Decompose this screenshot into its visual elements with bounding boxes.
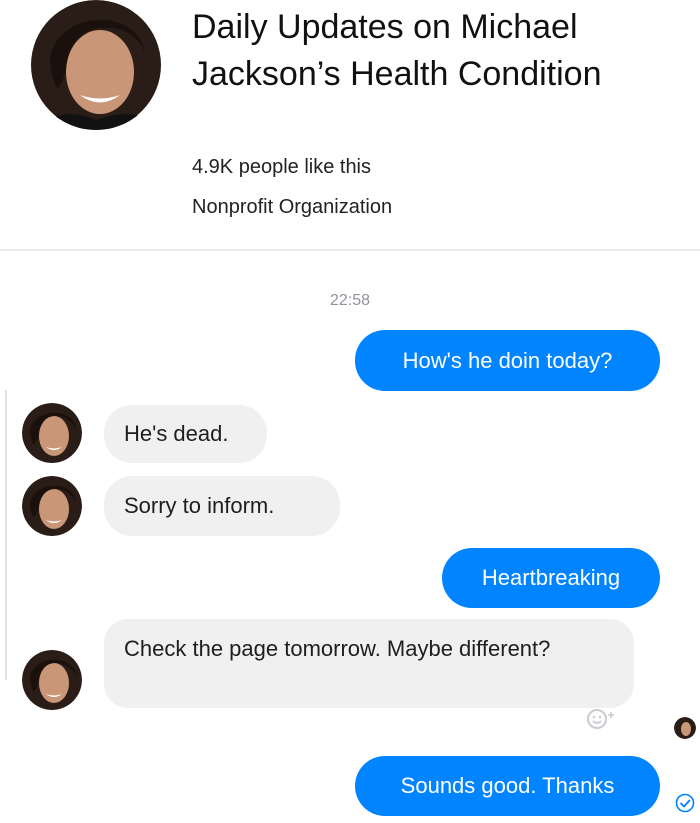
- message-timestamp: 22:58: [329, 292, 371, 309]
- add-reaction-icon[interactable]: [586, 708, 620, 730]
- incoming-message[interactable]: Sorry to inform.: [104, 476, 340, 536]
- incoming-message[interactable]: He's dead.: [104, 405, 267, 463]
- page-likes-count: 4.9K people like this: [192, 156, 372, 178]
- page-title: Daily Updates on Michael Jackson’s Healt…: [192, 8, 602, 93]
- sender-avatar[interactable]: [22, 403, 82, 463]
- page-header: Daily Updates on Michael Jackson’s Healt…: [0, 0, 700, 250]
- page-avatar[interactable]: [30, 0, 162, 130]
- seen-by-avatar: [674, 717, 696, 739]
- outgoing-message[interactable]: Sounds good. Thanks: [355, 756, 660, 816]
- incoming-message[interactable]: Check the page tomorrow. Maybe different…: [104, 619, 634, 708]
- thread-left-rail: [5, 390, 7, 680]
- delivered-check-icon: [675, 793, 695, 813]
- sender-avatar[interactable]: [22, 476, 82, 536]
- outgoing-message[interactable]: Heartbreaking: [442, 548, 660, 608]
- page-category: Nonprofit Organization: [192, 196, 393, 218]
- outgoing-message[interactable]: How's he doin today?: [355, 330, 660, 391]
- sender-avatar[interactable]: [22, 650, 82, 710]
